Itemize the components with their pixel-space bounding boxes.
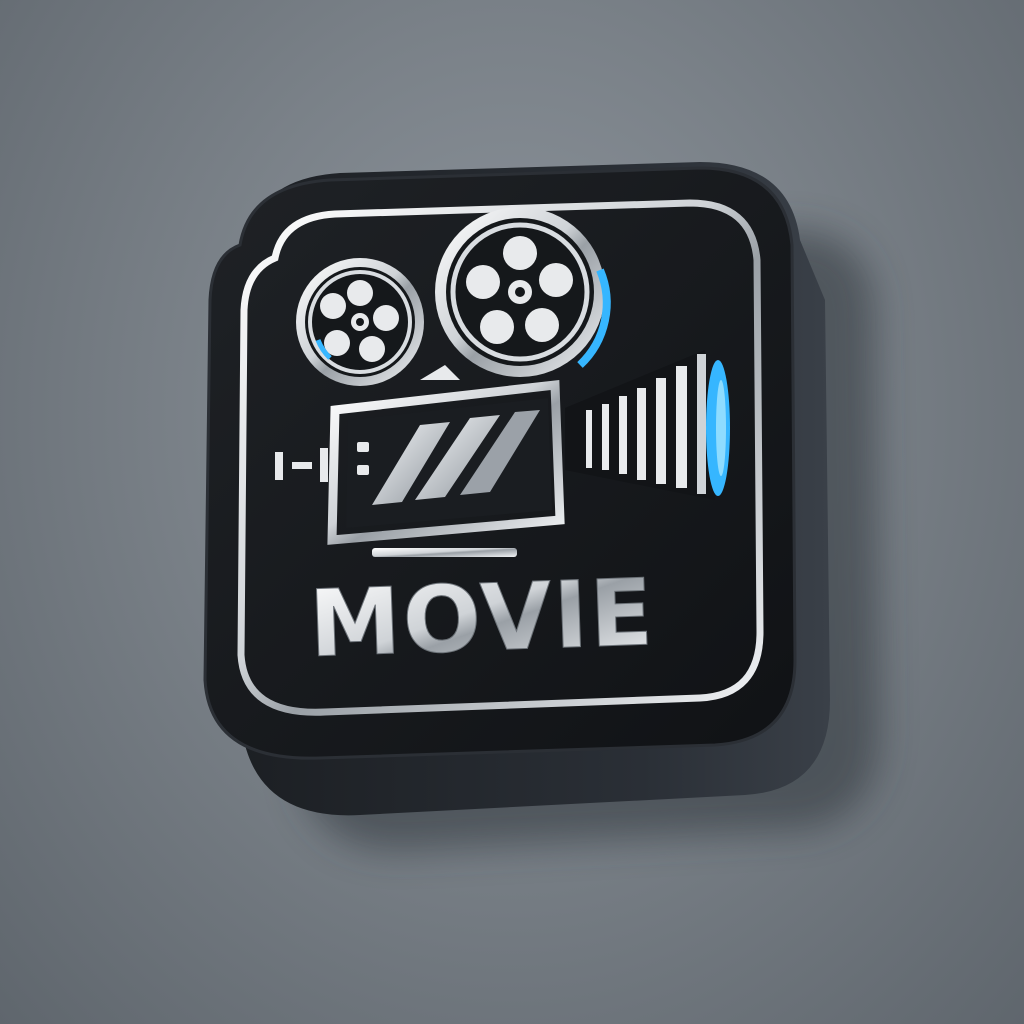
- app-label: MOVIE: [307, 559, 656, 678]
- app-icon-scene: MOVIE: [0, 0, 1024, 1024]
- movie-app-icon[interactable]: MOVIE: [0, 0, 1024, 1024]
- left-film-reel-icon: [296, 258, 424, 386]
- projector-stand: [372, 548, 517, 557]
